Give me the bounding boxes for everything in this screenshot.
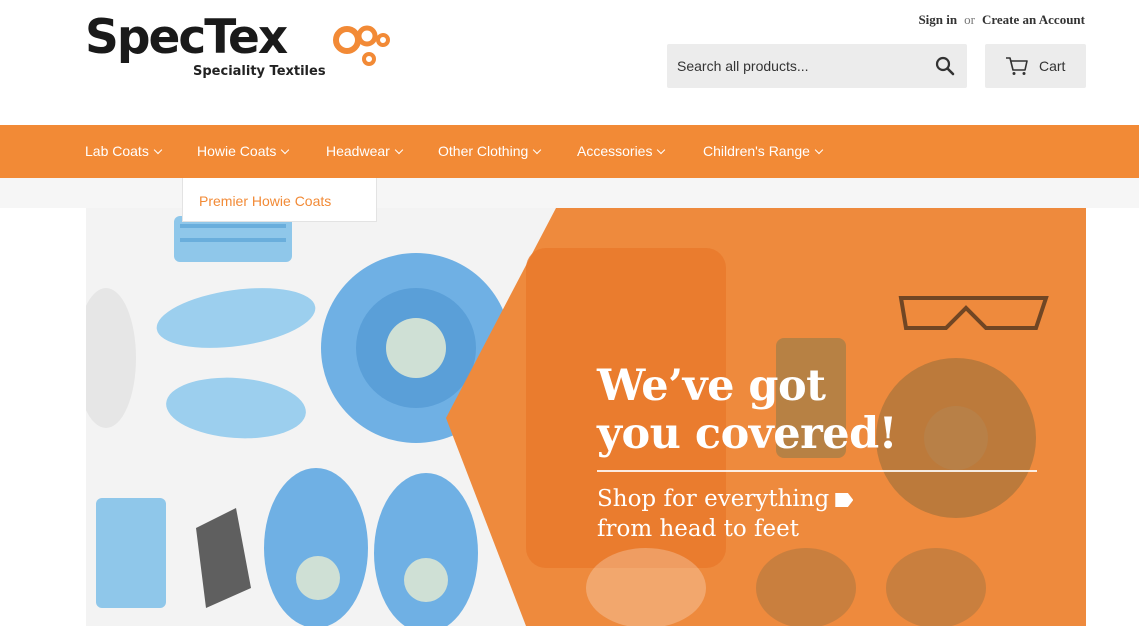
search-icon[interactable] [935,56,955,76]
nav-item-lab-coats[interactable]: Lab Coats [85,143,163,159]
nav-label: Headwear [326,143,390,159]
brand-tagline: Speciality Textiles [193,64,326,79]
nav-label: Accessories [577,143,653,159]
nav-item-other-clothing[interactable]: Other Clothing [438,143,542,159]
sign-in-link[interactable]: Sign in [918,12,957,27]
main-nav: Lab Coats Howie Coats Headwear Other Clo… [0,125,1139,178]
nav-label: Other Clothing [438,143,529,159]
hero-headline-line2: you covered! [597,409,898,459]
chevron-down-icon [814,145,824,155]
cart-label: Cart [1039,58,1066,74]
search-input[interactable]: Search all products... [677,58,809,74]
chevron-down-icon [153,145,163,155]
nav-item-headwear[interactable]: Headwear [326,143,404,159]
logo-mark-icon [333,25,390,66]
hero-sub-line1: Shop for everything [597,486,830,512]
hero-headline: We’ve got you covered! [597,361,898,459]
nav-label: Howie Coats [197,143,277,159]
tag-icon [835,493,854,507]
cart-icon [1006,57,1028,75]
cart-button[interactable]: Cart [985,44,1086,88]
search-box[interactable]: Search all products... [667,44,967,88]
hero-subtitle: Shop for everything from head to feet [597,484,854,544]
hero-image [86,208,1086,626]
hero-headline-line1: We’ve got [597,361,826,411]
content-background [0,178,1139,208]
chevron-down-icon [657,145,666,155]
create-account-link[interactable]: Create an Account [982,12,1085,27]
account-or: or [964,12,975,27]
hero-banner[interactable]: We’ve got you covered! Shop for everythi… [86,208,1086,626]
site-header: SpecTex Speciality Textiles Sign in or Cre… [0,0,1139,125]
nav-label: Children's Range [703,143,810,159]
hero-sub-line2: from head to feet [597,516,800,542]
nav-item-howie-coats[interactable]: Howie Coats [197,143,290,159]
brand-name: SpecTex [85,10,288,65]
chevron-down-icon [394,145,404,155]
nav-item-childrens-range[interactable]: Children's Range [703,143,824,159]
hero-divider [597,470,1037,472]
dropdown-item-premier-howie-coats[interactable]: Premier Howie Coats [199,193,331,209]
account-links: Sign in or Create an Account [918,12,1085,28]
brand-logo[interactable]: SpecTex Speciality Textiles [85,10,395,84]
howie-coats-dropdown: Premier Howie Coats [182,178,377,222]
chevron-down-icon [281,145,290,155]
chevron-down-icon [533,145,542,155]
nav-label: Lab Coats [85,143,149,159]
nav-item-accessories[interactable]: Accessories [577,143,666,159]
